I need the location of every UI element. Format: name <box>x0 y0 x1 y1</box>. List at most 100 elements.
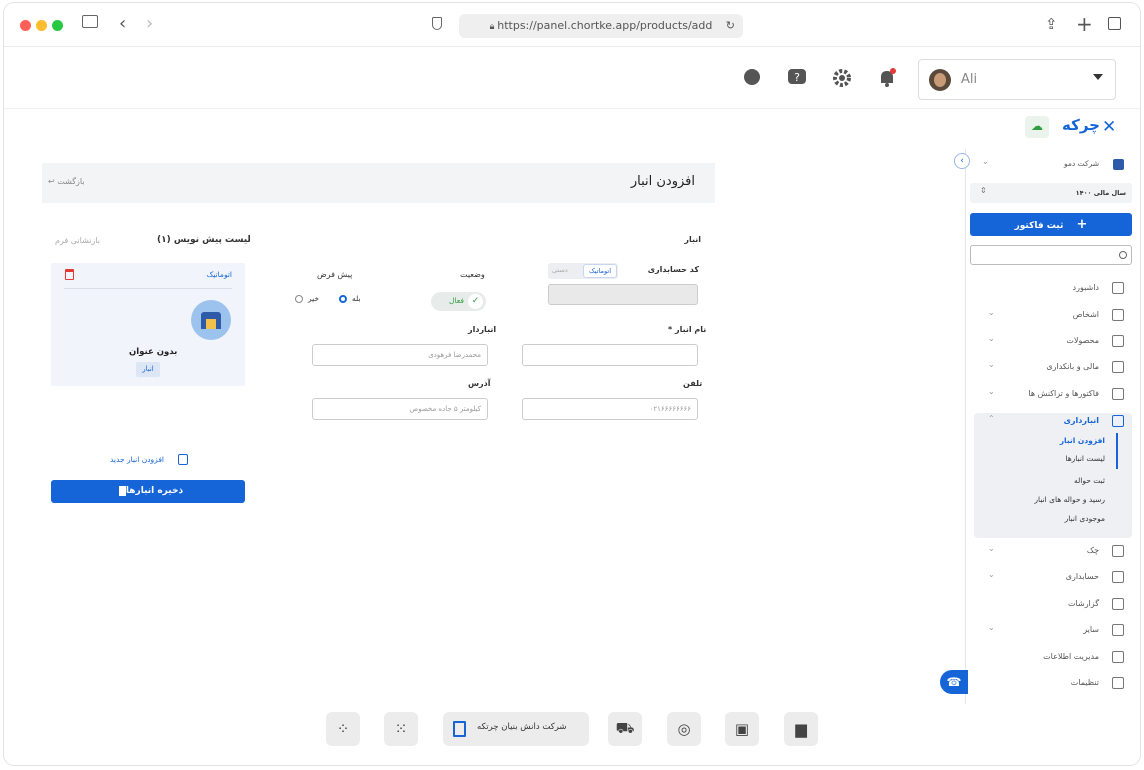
chevron-down-icon <box>1093 74 1103 80</box>
code-manual-option[interactable]: دستی <box>552 266 568 274</box>
dock-file[interactable]: ▆ <box>784 712 818 746</box>
status-toggle[interactable]: ✓ فعال <box>431 292 486 311</box>
sidebar-search-input[interactable] <box>970 245 1132 265</box>
dock-truck[interactable]: ⛟ <box>608 712 642 746</box>
default-no-radio[interactable]: خیر <box>295 293 321 305</box>
back-nav-icon[interactable]: ‹ <box>119 13 126 34</box>
gear-icon[interactable] <box>831 67 853 89</box>
sidebar-item-3[interactable]: محصولات ⌄ <box>974 333 1132 353</box>
bookmark-icon <box>118 485 126 496</box>
sidebar-item-9[interactable]: گزارشات <box>974 596 1132 616</box>
save-warehouses-button[interactable]: ذخیره انبارها <box>51 480 245 503</box>
shield-icon[interactable] <box>432 17 442 30</box>
apps-grid-icon: ⁘ <box>336 720 350 738</box>
zoom-window-button[interactable] <box>52 20 63 31</box>
register-invoice-button[interactable]: ثبت فاکتور + <box>970 213 1132 236</box>
draft-card-auto: اتوماتیک <box>206 270 232 279</box>
share-icon[interactable]: ⇪ <box>1045 15 1058 33</box>
sidebar-item-12[interactable]: تنظیمات <box>974 675 1132 695</box>
user-menu[interactable]: Ali <box>918 59 1116 100</box>
chevron-down-icon: ⌄ <box>988 623 995 632</box>
phone-support-button[interactable]: ☎ <box>940 670 968 694</box>
sidebar-item-2[interactable]: اشخاص ⌄ <box>974 307 1132 327</box>
sidebar-item-label: سایر <box>1083 625 1099 634</box>
warehouse-subitem-5[interactable]: موجودی انبار <box>1065 514 1105 523</box>
app-header: ? Ali <box>4 47 1140 109</box>
tabs-overview-icon[interactable] <box>1108 17 1121 30</box>
warehouse-name-input[interactable] <box>522 344 698 366</box>
dock-steering[interactable]: ◎ <box>667 712 701 746</box>
dock-briefcase[interactable]: ▣ <box>725 712 759 746</box>
reports-icon <box>1112 598 1124 610</box>
modules-icon: ⁙ <box>394 720 408 738</box>
radio-selected-icon <box>339 295 347 303</box>
dock-modules[interactable]: ⁙ <box>384 712 418 746</box>
drafts-title: لیست پیش نویس (۱) <box>157 235 251 245</box>
warehouse-subitem-3[interactable]: ثبت حواله <box>1074 476 1105 485</box>
forward-nav-icon[interactable]: › <box>146 13 153 34</box>
minimize-window-button[interactable] <box>36 20 47 31</box>
dock-apps[interactable]: ⁘ <box>326 712 360 746</box>
collapse-sidebar-button[interactable]: ‹ <box>954 153 970 169</box>
address-bar[interactable]: 🔒︎ https://panel.chortke.app/products/ad… <box>459 14 743 38</box>
reset-form-link[interactable]: بازنشانی فرم <box>55 236 100 245</box>
default-yes-radio[interactable]: بله <box>339 293 365 305</box>
sidebar-item-10[interactable]: سایر ⌄ <box>974 622 1132 642</box>
sidebar-item-4[interactable]: مالی و بانکداری ⌄ <box>974 359 1132 379</box>
truck-icon: ⛟ <box>615 719 635 737</box>
check-icon: ✓ <box>468 294 483 309</box>
draft-divider <box>64 288 232 289</box>
close-window-button[interactable] <box>20 20 31 31</box>
back-arrow-icon: ↩ <box>48 177 55 186</box>
page-title: افزودن انبار <box>630 174 695 189</box>
people-icon <box>1112 309 1124 321</box>
name-label: نام انبار * <box>668 325 707 334</box>
address-input[interactable]: کیلومتر ۵ جاده مخصوص <box>312 398 488 420</box>
search-icon <box>1119 251 1127 259</box>
plus-icon: + <box>1076 217 1088 232</box>
keeper-label: انباردار <box>468 325 497 334</box>
sidebar-item-label: فاکتورها و تراکنش ها <box>1028 389 1099 398</box>
dashboard-icon <box>1112 282 1124 294</box>
draft-card[interactable]: اتوماتیک بدون عنوان انبار <box>51 263 245 386</box>
browser-toolbar: ‹ › 🔒︎ https://panel.chortke.app/product… <box>4 3 1140 47</box>
sidebar-toggle-icon[interactable] <box>82 15 98 28</box>
help-icon[interactable]: ? <box>786 67 808 89</box>
warehouse-subitem-4[interactable]: رسید و حواله های انبار <box>1034 495 1105 504</box>
company-selector[interactable]: شرکت دمو ⌄ <box>974 156 1132 174</box>
user-name: Ali <box>961 72 978 87</box>
default-no-label: خیر <box>308 294 320 303</box>
accounting-code-input[interactable] <box>548 284 698 305</box>
radio-empty-icon <box>295 295 303 303</box>
sidebar-item-label: محصولات <box>1066 336 1099 345</box>
sidebar-item-label: گزارشات <box>1068 599 1099 608</box>
sidebar-item-8[interactable]: حسابداری ⌄ <box>974 569 1132 589</box>
sidebar-item-label: مالی و بانکداری <box>1046 362 1099 371</box>
code-mode-toggle[interactable]: اتوماتیک دستی <box>548 263 618 279</box>
warehouse-subitem-1[interactable]: افزودن انبار <box>1060 436 1105 445</box>
sidebar-item-6[interactable]: انبارداری ⌃ <box>974 413 1132 433</box>
fiscal-year-value: سال مالی ۱۴۰۰ <box>1075 189 1126 197</box>
new-tab-icon[interactable]: + <box>1076 12 1093 36</box>
sidebar-item-11[interactable]: مدیریت اطلاعات <box>974 649 1132 669</box>
dock-company[interactable]: شرکت دانش بنیان چرتکه <box>443 712 589 746</box>
sidebar-item-label: چک <box>1086 546 1099 555</box>
search-icon[interactable] <box>742 67 764 89</box>
code-auto-option[interactable]: اتوماتیک <box>583 264 617 278</box>
sidebar-item-1[interactable]: داشبورد <box>974 280 1132 300</box>
bell-icon[interactable] <box>876 67 898 89</box>
keeper-input[interactable]: محمدرضا فرهودی <box>312 344 488 366</box>
sidebar-item-7[interactable]: چک ⌄ <box>974 543 1132 563</box>
phone-input[interactable]: ۰۲۱۶۶۶۶۶۶۶۶ <box>522 398 698 420</box>
warehouse-subitem-2[interactable]: لیست انبارها <box>1065 454 1105 463</box>
trash-icon[interactable] <box>65 269 74 280</box>
back-link[interactable]: بازگشت ↩ <box>48 177 85 186</box>
briefcase-icon: ▣ <box>734 720 750 738</box>
reload-icon[interactable]: ↻ <box>726 14 735 38</box>
add-new-warehouse-link[interactable]: افزودن انبار جدید <box>110 454 188 468</box>
fiscal-year-select[interactable]: سال مالی ۱۴۰۰ ⇕ <box>970 183 1132 203</box>
sidebar-item-label: انبارداری <box>1063 416 1099 425</box>
sidebar-item-5[interactable]: فاکتورها و تراکنش ها ⌄ <box>974 386 1132 406</box>
chevron-up-icon: ⌃ <box>988 414 995 423</box>
add-new-label: افزودن انبار جدید <box>110 455 164 464</box>
